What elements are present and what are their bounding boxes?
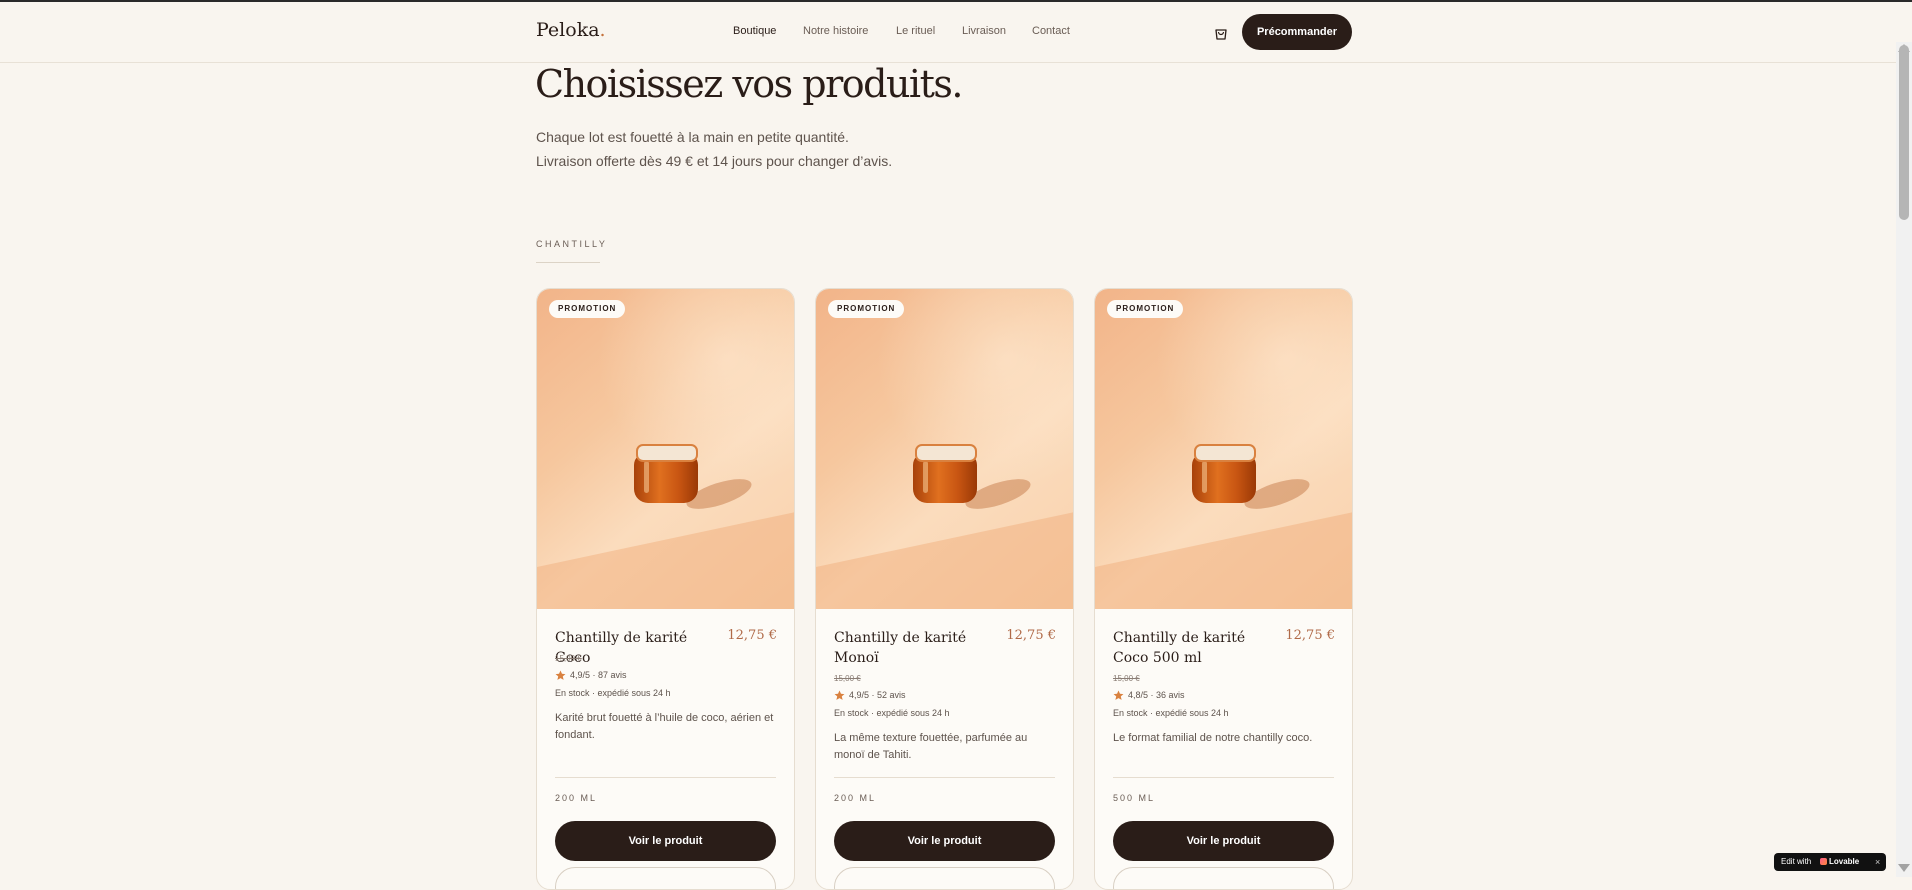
- stock-status: En stock · expédié sous 24 h: [834, 708, 950, 718]
- shadow-band: [1095, 503, 1352, 609]
- intro-line-2: Livraison offerte dès 49 € et 14 jours p…: [536, 153, 893, 169]
- edit-with-lovable-badge[interactable]: Edit with Lovable ×: [1774, 853, 1886, 871]
- product-card-coco[interactable]: PROMOTION Chantilly de karité Coco 12,75…: [536, 288, 795, 890]
- lovable-brand-label: Lovable: [1829, 857, 1860, 866]
- view-product-button[interactable]: Voir le produit: [834, 821, 1055, 861]
- product-card-coco-500ml[interactable]: PROMOTION Chantilly de karité Coco 500 m…: [1094, 288, 1353, 890]
- view-product-button[interactable]: Voir le produit: [1113, 821, 1334, 861]
- product-price: 12,75 €: [1285, 628, 1335, 643]
- product-price: 12,75 €: [727, 628, 777, 643]
- product-image[interactable]: [537, 289, 794, 609]
- product-description: Karité brut fouetté à l’huile de coco, a…: [555, 712, 774, 741]
- product-size: 200 ML: [555, 793, 598, 803]
- star-icon: [834, 690, 845, 700]
- preorder-button[interactable]: Précommander: [1242, 14, 1352, 50]
- old-price: 15,00 €: [834, 674, 861, 683]
- intro-line-1: Chaque lot est fouetté à la main en peti…: [536, 129, 849, 145]
- brand-dot: .: [599, 19, 606, 41]
- promotion-badge: PROMOTION: [828, 300, 905, 318]
- close-icon[interactable]: ×: [1875, 853, 1880, 871]
- page-title: Choisissez vos produits.: [535, 62, 963, 106]
- site-header: Peloka. Boutique Notre histoire Le ritue…: [0, 2, 1896, 63]
- card-divider: [1113, 777, 1334, 778]
- promotion-badge: PROMOTION: [549, 300, 626, 318]
- product-description: Le format familial de notre chantilly co…: [1113, 732, 1313, 744]
- product-name[interactable]: Chantilly de karité Monoï: [834, 628, 994, 668]
- lovable-heart-icon: [1820, 858, 1827, 865]
- secondary-button[interactable]: [834, 867, 1055, 889]
- promotion-badge: PROMOTION: [1107, 300, 1184, 318]
- edit-with-label: Edit with: [1781, 857, 1812, 866]
- jar-highlight: [923, 461, 928, 493]
- shadow-band: [537, 503, 794, 609]
- product-description: La même texture fouettée, parfumée au mo…: [834, 732, 1028, 761]
- jar-lid: [636, 444, 698, 462]
- jar-lid: [915, 444, 977, 462]
- card-divider: [555, 777, 776, 778]
- product-image[interactable]: [816, 289, 1073, 609]
- brand-name: Peloka: [536, 19, 600, 41]
- old-price: 15,00 €: [555, 654, 582, 663]
- shadow-band: [816, 503, 1073, 609]
- nav-livraison[interactable]: Livraison: [962, 25, 1006, 37]
- product-price: 12,75 €: [1006, 628, 1056, 643]
- star-icon: [555, 670, 566, 680]
- nav-notre-histoire[interactable]: Notre histoire: [803, 25, 868, 37]
- old-price: 15,00 €: [1113, 674, 1140, 683]
- rating-text: 4,8/5 · 36 avis: [1128, 690, 1185, 700]
- product-size: 200 ML: [834, 793, 877, 803]
- stock-status: En stock · expédié sous 24 h: [555, 688, 671, 698]
- section-label: CHANTILLY: [536, 239, 608, 249]
- product-name[interactable]: Chantilly de karité Coco 500 ml: [1113, 628, 1273, 668]
- rating-text: 4,9/5 · 87 avis: [570, 670, 627, 680]
- scrollbar-thumb[interactable]: [1899, 45, 1909, 220]
- brand-logo[interactable]: Peloka.: [536, 19, 606, 41]
- jar-lid: [1194, 444, 1256, 462]
- view-product-button[interactable]: Voir le produit: [555, 821, 776, 861]
- nav-le-rituel[interactable]: Le rituel: [896, 25, 935, 37]
- nav-contact[interactable]: Contact: [1032, 25, 1070, 37]
- product-card-monoi[interactable]: PROMOTION Chantilly de karité Monoï 12,7…: [815, 288, 1074, 890]
- product-image[interactable]: [1095, 289, 1352, 609]
- nav-boutique[interactable]: Boutique: [733, 25, 776, 37]
- section-divider: [536, 262, 600, 263]
- card-divider: [834, 777, 1055, 778]
- product-size: 500 ML: [1113, 793, 1156, 803]
- shopping-bag-icon[interactable]: [1213, 25, 1229, 41]
- secondary-button[interactable]: [1113, 867, 1334, 889]
- jar-highlight: [644, 461, 649, 493]
- scroll-down-arrow-icon[interactable]: [1898, 864, 1910, 872]
- secondary-button[interactable]: [555, 867, 776, 889]
- jar-highlight: [1202, 461, 1207, 493]
- rating-text: 4,9/5 · 52 avis: [849, 690, 906, 700]
- stock-status: En stock · expédié sous 24 h: [1113, 708, 1229, 718]
- star-icon: [1113, 690, 1124, 700]
